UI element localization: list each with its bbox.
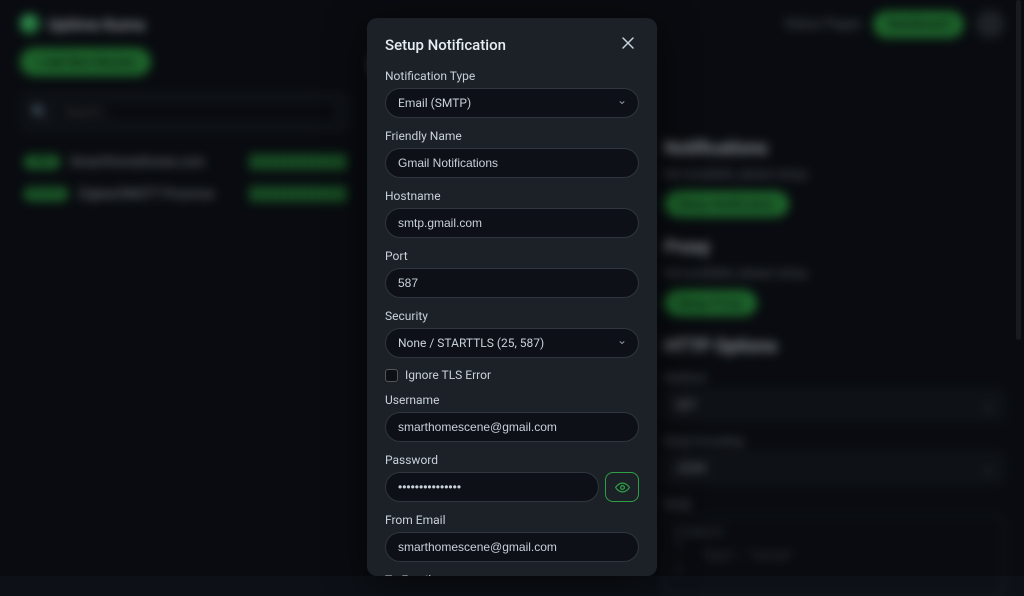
friendly-name-input[interactable] bbox=[385, 148, 639, 178]
friendly-name-label: Friendly Name bbox=[385, 129, 639, 143]
password-row bbox=[385, 472, 639, 502]
security-select[interactable]: None / STARTTLS (25, 587) bbox=[385, 328, 639, 358]
username-label: Username bbox=[385, 393, 639, 407]
modal-overlay: Setup Notification Notification Type Ema… bbox=[0, 0, 1024, 576]
hostname-label: Hostname bbox=[385, 189, 639, 203]
security-value: None / STARTTLS (25, 587) bbox=[385, 328, 639, 358]
eye-icon bbox=[615, 480, 630, 495]
notification-type-label: Notification Type bbox=[385, 69, 639, 83]
username-input[interactable] bbox=[385, 412, 639, 442]
password-label: Password bbox=[385, 453, 639, 467]
password-input[interactable] bbox=[385, 472, 599, 502]
ignore-tls-row[interactable]: Ignore TLS Error bbox=[385, 368, 639, 382]
toggle-password-button[interactable] bbox=[605, 472, 639, 502]
notification-type-select[interactable]: Email (SMTP) bbox=[385, 88, 639, 118]
ignore-tls-checkbox[interactable] bbox=[385, 369, 398, 382]
port-label: Port bbox=[385, 249, 639, 263]
from-email-input[interactable] bbox=[385, 532, 639, 562]
modal-title: Setup Notification bbox=[385, 36, 506, 54]
port-input[interactable] bbox=[385, 268, 639, 298]
ignore-tls-label: Ignore TLS Error bbox=[405, 368, 491, 382]
from-email-label: From Email bbox=[385, 513, 639, 527]
setup-notification-modal: Setup Notification Notification Type Ema… bbox=[367, 18, 657, 576]
modal-header: Setup Notification bbox=[385, 34, 639, 55]
close-button[interactable] bbox=[617, 34, 639, 55]
close-icon bbox=[621, 36, 635, 50]
hostname-input[interactable] bbox=[385, 208, 639, 238]
notification-type-value: Email (SMTP) bbox=[385, 88, 639, 118]
security-label: Security bbox=[385, 309, 639, 323]
